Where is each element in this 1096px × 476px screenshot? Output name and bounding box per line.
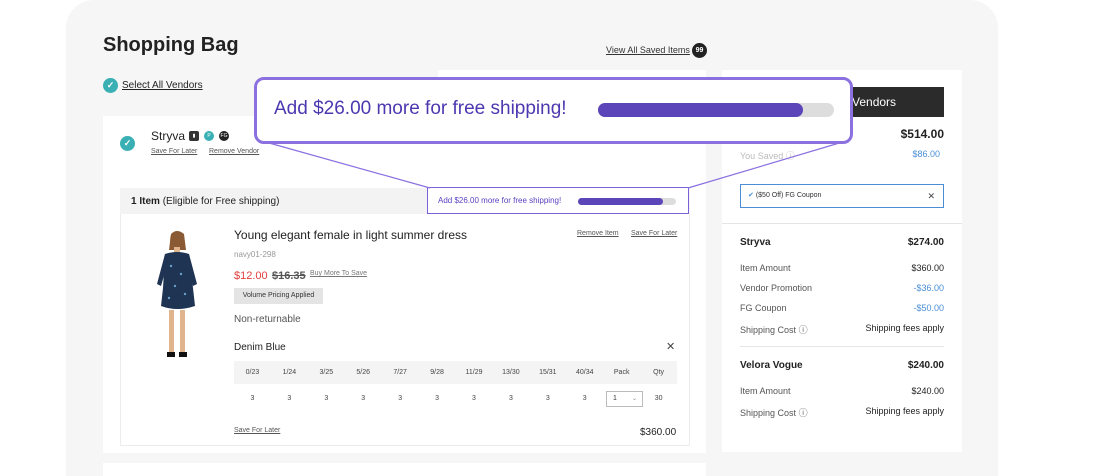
callout-shipping-message: Add $26.00 more for free shipping! [274,98,567,119]
callout-connector-lines [261,140,847,189]
callout-progress-fill [598,103,804,117]
